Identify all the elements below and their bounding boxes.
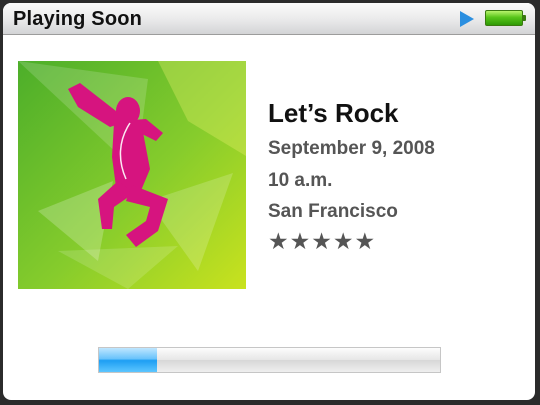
battery-icon [485, 10, 526, 26]
event-date: September 9, 2008 [268, 138, 435, 159]
event-location: San Francisco [268, 201, 398, 222]
play-icon [460, 11, 474, 27]
progress-fill [99, 348, 157, 372]
artwork-reflection [18, 289, 246, 349]
title-bar: Playing Soon [3, 3, 535, 35]
album-artwork [18, 61, 246, 289]
event-title: Let’s Rock [268, 98, 399, 128]
star-rating[interactable]: ★★★★★ [268, 228, 376, 255]
playback-progress-bar[interactable] [98, 347, 441, 373]
event-time: 10 a.m. [268, 170, 333, 191]
now-playing-screen: Playing Soon Let’s Rock September 9, 200… [3, 3, 535, 400]
screen-title: Playing Soon [13, 8, 143, 30]
